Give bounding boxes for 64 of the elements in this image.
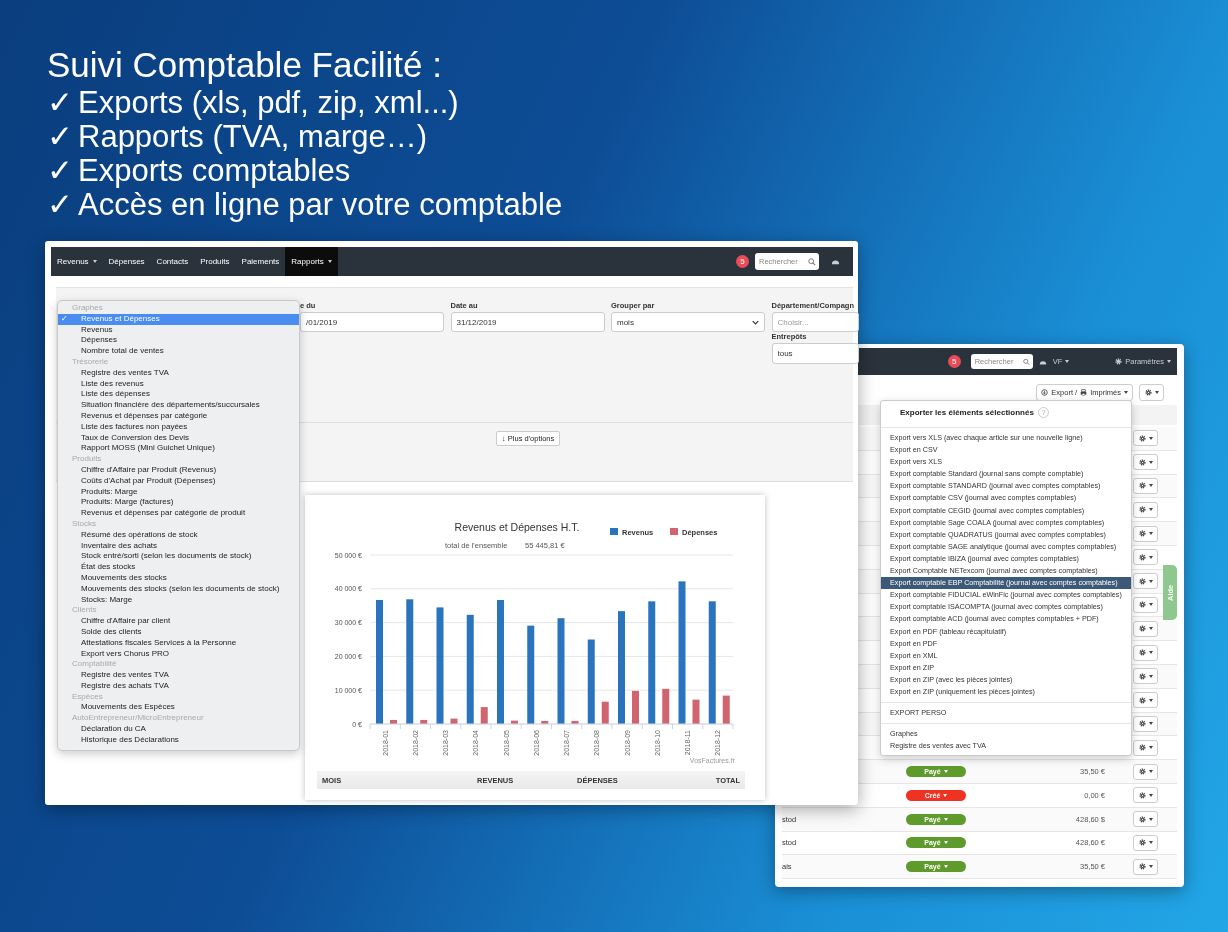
menu-item[interactable]: Liste des factures non payées xyxy=(58,421,299,433)
menu-heading: Trésorerie xyxy=(71,357,110,368)
feature-text: Exports comptables xyxy=(78,154,351,188)
check-mark: ✓ xyxy=(47,188,72,222)
nav-item[interactable]: Dépenses xyxy=(102,247,151,276)
menu-item[interactable]: Nombre total de ventes xyxy=(58,346,299,357)
menu-item[interactable]: Mouvements des stocks xyxy=(58,572,299,584)
feature-text: Exports (xls, pdf, zip, xml...) xyxy=(78,86,459,120)
menu-item[interactable]: Revenus xyxy=(58,324,299,336)
chart-title: Revenus et Dépenses H.T. xyxy=(454,521,580,533)
menu-heading: Comptabilité xyxy=(71,659,118,671)
menu-item[interactable]: Revenus et dépenses par catégorie de produit xyxy=(58,508,299,519)
nav-item[interactable]: Produits xyxy=(194,247,236,276)
feature-text: Rapports (TVA, marge…) xyxy=(78,120,428,154)
menu-item[interactable]: Liste des revenus xyxy=(58,378,299,390)
nav-item[interactable]: Contacts xyxy=(150,247,195,276)
nav-item[interactable]: Paiements xyxy=(235,247,286,276)
menu-heading: Clients xyxy=(71,605,98,617)
menu-heading: Stocks xyxy=(71,518,97,530)
input-field[interactable]: Choisir... xyxy=(771,312,859,332)
menu-item[interactable]: Registre des ventes TVA xyxy=(58,367,299,379)
notification-badge[interactable]: 5 xyxy=(947,355,961,368)
menu-item[interactable]: Inventaire des achats xyxy=(58,540,299,552)
feature-text: Accès en ligne par votre comptable xyxy=(78,188,563,222)
menu-item[interactable]: Historique des Déclarations xyxy=(58,734,299,746)
menu-item[interactable]: Registre des ventes TVA xyxy=(58,670,299,681)
check-mark: ✓ xyxy=(47,86,72,120)
input-field[interactable]: tous xyxy=(771,343,859,364)
menu-heading: AutoEntrepreneur/MicroEntrepreneur xyxy=(71,713,205,725)
menu-item[interactable]: Résumé des opérations de stock xyxy=(58,529,299,541)
menu-item[interactable]: Coûts d'Achat par Produit (Dépenses) xyxy=(58,475,299,487)
menu-item[interactable]: Liste des dépenses xyxy=(58,389,299,401)
menu-heading: Graphes xyxy=(71,303,104,314)
menu-item[interactable]: Export vers Chorus PRO xyxy=(58,648,299,660)
select-field[interactable]: mois xyxy=(611,312,765,332)
check-mark: ✓ xyxy=(47,120,72,154)
menu-item[interactable]: Registre des achats TVA xyxy=(58,680,299,692)
menu-item[interactable]: Solde des clients xyxy=(58,626,299,638)
menu-title: Exporter les éléments sélectionnés xyxy=(900,407,1034,417)
menu-item[interactable]: Produits: Marge (factures) xyxy=(58,497,299,509)
menu-item[interactable]: Stocks: Marge xyxy=(58,594,299,606)
menu-item[interactable]: Produits: Marge xyxy=(58,486,299,498)
menu-item[interactable]: Dépenses xyxy=(58,335,299,347)
notification-badge[interactable]: 5 xyxy=(736,255,749,268)
menu-item[interactable]: Taux de Conversion des Devis xyxy=(58,432,299,444)
check-mark: ✓ xyxy=(47,154,72,188)
menu-item[interactable]: Revenus et dépenses par catégorie xyxy=(58,410,299,422)
input-field[interactable]: 31/12/2019 xyxy=(450,312,605,332)
menu-item[interactable]: Déclaration du CA xyxy=(58,724,299,735)
menu-item[interactable]: Mouvements des stocks (selon les documents de stock) xyxy=(58,583,299,595)
menu-item[interactable]: Attestations fiscales Services à la Personne xyxy=(58,637,299,649)
menu-heading: Produits xyxy=(71,454,103,465)
nav-item[interactable]: Rapports xyxy=(285,247,338,276)
menu-item[interactable]: Stock entré/sorti (selon les documents de stock) xyxy=(58,551,299,563)
headline-title: Suivi Comptable Facilité : xyxy=(47,44,443,86)
nav-item[interactable]: Revenus xyxy=(51,247,103,276)
menu-item[interactable]: Rapport MOSS (Mini Guichet Unique) xyxy=(58,443,299,455)
menu-item[interactable]: Situation financière des départements/succursales xyxy=(58,400,299,411)
menu-heading: Espèces xyxy=(71,691,104,703)
menu-item[interactable]: État des stocks xyxy=(58,562,299,573)
menu-item[interactable]: Chiffre d'Affaire par Produit (Revenus) xyxy=(58,464,299,476)
menu-item[interactable]: Mouvements des Espèces xyxy=(58,702,299,714)
menu-item[interactable]: Chiffre d'Affaire par client xyxy=(58,616,299,627)
input-field[interactable]: /01/2019 xyxy=(300,312,444,332)
